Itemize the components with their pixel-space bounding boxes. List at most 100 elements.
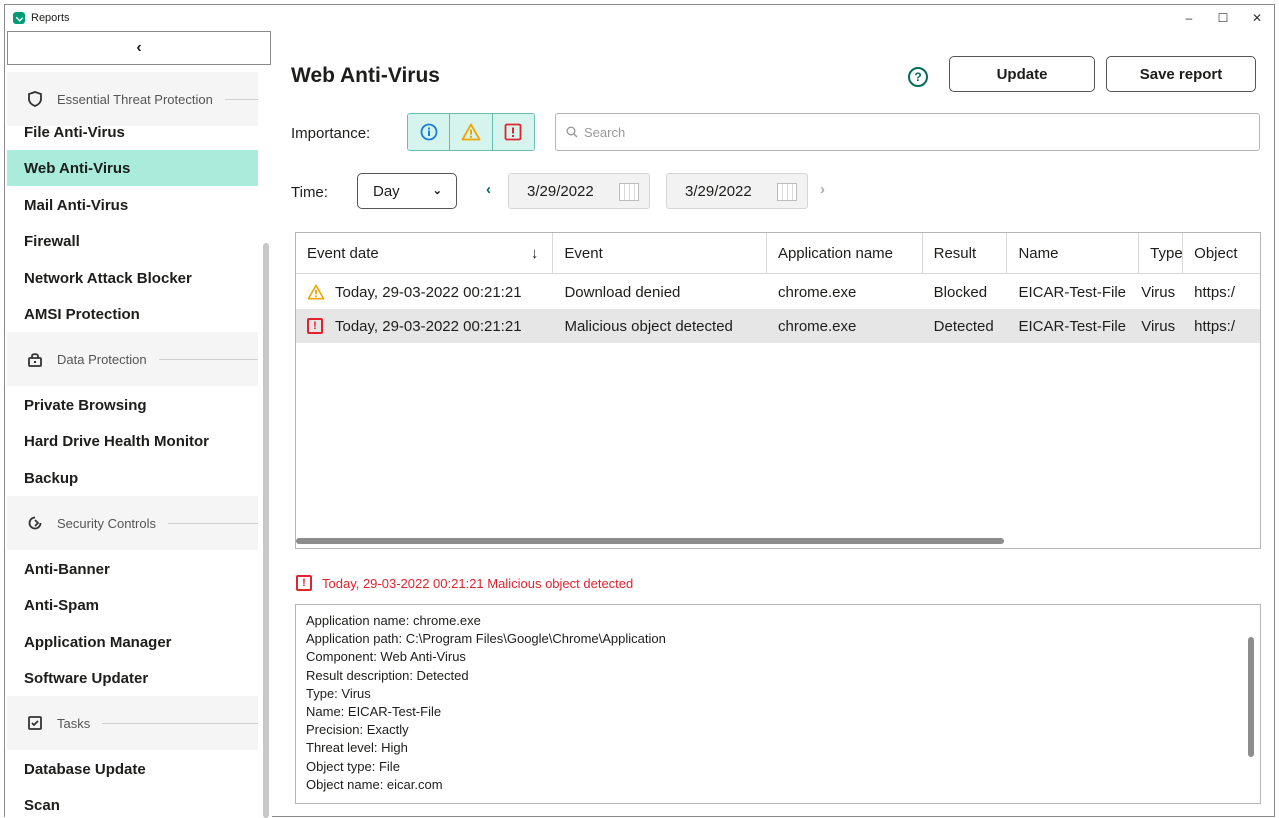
sidebar-item-anti-banner[interactable]: Anti-Banner xyxy=(7,551,258,587)
close-button[interactable]: ✕ xyxy=(1240,5,1274,31)
column-header-result[interactable]: Result xyxy=(923,233,1008,274)
sidebar-item-scan[interactable]: Scan xyxy=(7,787,258,818)
sidebar-item-software-updater[interactable]: Software Updater xyxy=(7,660,258,696)
sidebar-group-data-protection: Data Protection xyxy=(7,332,258,386)
next-period-button[interactable]: › xyxy=(820,181,825,198)
shield-icon xyxy=(27,91,43,107)
sidebar-item-mail-anti-virus[interactable]: Mail Anti-Virus xyxy=(7,187,258,223)
object-cell: https:/ xyxy=(1194,283,1235,301)
object-cell: https:/ xyxy=(1194,317,1235,335)
sidebar-item-firewall[interactable]: Firewall xyxy=(7,223,258,259)
info-icon xyxy=(420,123,438,141)
event-cell: Malicious object detected xyxy=(564,317,733,335)
collapse-sidebar-button[interactable]: ‹ xyxy=(7,31,271,65)
sidebar-item-network-attack-blocker[interactable]: Network Attack Blocker xyxy=(7,260,258,296)
window-title: Reports xyxy=(31,12,70,24)
window-controls: – ☐ ✕ xyxy=(1172,5,1274,31)
previous-period-button[interactable]: ‹ xyxy=(486,181,491,198)
critical-icon: ! xyxy=(307,318,323,334)
reports-window: Reports – ☐ ✕ ‹ Essential Threat Protect… xyxy=(4,4,1276,818)
date-from-field[interactable]: 3/29/2022 xyxy=(508,173,650,209)
app-logo-icon xyxy=(13,12,25,24)
column-header-name[interactable]: Name xyxy=(1007,233,1140,274)
table-row[interactable]: ! Today, 29-03-2022 00:21:21 Malicious o… xyxy=(296,309,1260,343)
column-header-label: Event date xyxy=(307,245,379,262)
search-input[interactable] xyxy=(584,124,1184,140)
sidebar-item-file-anti-virus[interactable]: File Anti-Virus xyxy=(7,114,258,150)
importance-warning-toggle[interactable] xyxy=(450,114,493,150)
detail-line: Name: EICAR-Test-File xyxy=(306,704,442,720)
events-table: Event date ↓ Event Application name Resu… xyxy=(295,232,1261,549)
result-cell: Detected xyxy=(933,317,994,335)
group-divider xyxy=(102,722,258,724)
detail-line: Application name: chrome.exe xyxy=(306,613,481,628)
chevron-down-icon: ⌄ xyxy=(432,185,442,197)
detail-line: Precision: Exactly xyxy=(306,722,409,738)
time-label: Time: xyxy=(291,184,328,201)
table-horizontal-scrollbar[interactable] xyxy=(296,538,1004,544)
event-date-cell: Today, 29-03-2022 00:21:21 xyxy=(296,275,553,309)
sidebar-group-label: Security Controls xyxy=(57,515,156,531)
details-scrollbar[interactable] xyxy=(1248,637,1254,757)
table-row[interactable]: Today, 29-03-2022 00:21:21 Download deni… xyxy=(296,275,1260,309)
date-to-field[interactable]: 3/29/2022 xyxy=(666,173,808,209)
search-icon xyxy=(566,126,578,138)
sidebar-scrollbar[interactable] xyxy=(263,243,269,818)
main-panel: Web Anti-Virus ? Update Save report Impo… xyxy=(272,31,1276,818)
detail-heading: ! Today, 29-03-2022 00:21:21 Malicious o… xyxy=(296,575,633,591)
type-cell: Virus xyxy=(1141,283,1176,301)
sidebar-group-label: Data Protection xyxy=(57,351,147,367)
title-bar: Reports – ☐ ✕ xyxy=(5,5,1274,31)
importance-info-toggle[interactable] xyxy=(408,114,451,150)
sidebar-item-web-anti-virus[interactable]: Web Anti-Virus xyxy=(7,150,258,186)
tasks-icon xyxy=(27,715,43,731)
event-details-panel: Application name: chrome.exe Application… xyxy=(295,604,1261,804)
group-divider xyxy=(158,358,258,360)
calendar-icon[interactable] xyxy=(777,183,797,201)
sidebar-group-tasks: Tasks xyxy=(7,696,258,750)
help-icon[interactable]: ? xyxy=(908,67,928,87)
column-header-application-name[interactable]: Application name xyxy=(767,233,923,274)
event-cell: Download denied xyxy=(564,283,681,301)
search-box xyxy=(555,113,1260,151)
critical-icon: ! xyxy=(296,575,312,591)
importance-critical-toggle[interactable] xyxy=(492,114,534,150)
name-cell: EICAR-Test-File xyxy=(1018,283,1127,301)
sort-descending-icon: ↓ xyxy=(530,245,539,262)
sidebar-group-label: Tasks xyxy=(57,715,91,731)
date-to-value: 3/29/2022 xyxy=(685,182,752,200)
column-header-event-date[interactable]: Event date ↓ xyxy=(296,233,554,274)
sidebar-item-backup[interactable]: Backup xyxy=(7,460,258,496)
period-select[interactable]: Day ⌄ xyxy=(357,173,457,209)
table-header: Event date ↓ Event Application name Resu… xyxy=(296,233,1260,274)
column-header-event[interactable]: Event xyxy=(553,233,767,274)
date-from-value: 3/29/2022 xyxy=(527,182,594,200)
warning-icon xyxy=(461,123,481,141)
column-header-object[interactable]: Object xyxy=(1183,233,1260,274)
sidebar-item-database-update[interactable]: Database Update xyxy=(7,751,258,787)
save-report-button[interactable]: Save report xyxy=(1106,56,1256,92)
sidebar: ‹ Essential Threat Protection File Anti-… xyxy=(5,31,272,818)
update-button[interactable]: Update xyxy=(949,56,1095,92)
application-cell: chrome.exe xyxy=(778,317,857,335)
period-select-value: Day xyxy=(373,182,400,200)
name-cell: EICAR-Test-File xyxy=(1018,317,1127,335)
sidebar-item-application-manager[interactable]: Application Manager xyxy=(7,624,258,660)
sidebar-item-amsi-protection[interactable]: AMSI Protection xyxy=(7,296,258,332)
type-cell: Virus xyxy=(1141,317,1176,335)
detail-line: Application path: C:\Program Files\Googl… xyxy=(306,631,666,647)
event-date-cell: ! Today, 29-03-2022 00:21:21 xyxy=(296,309,553,343)
minimize-button[interactable]: – xyxy=(1172,5,1206,31)
importance-label: Importance: xyxy=(291,125,371,142)
detail-line: Result description: Detected xyxy=(306,667,469,683)
calendar-icon[interactable] xyxy=(619,183,639,201)
sidebar-group-label: Essential Threat Protection xyxy=(57,91,213,107)
page-title: Web Anti-Virus xyxy=(291,64,440,87)
maximize-button[interactable]: ☐ xyxy=(1206,5,1240,31)
event-date-value: Today, 29-03-2022 00:21:21 xyxy=(335,317,522,335)
sidebar-item-anti-spam[interactable]: Anti-Spam xyxy=(7,587,258,623)
sidebar-item-private-browsing[interactable]: Private Browsing xyxy=(7,387,258,423)
column-header-type[interactable]: Type xyxy=(1139,233,1184,274)
sidebar-item-hard-drive-health-monitor[interactable]: Hard Drive Health Monitor xyxy=(7,423,258,459)
detail-line: Object type: File xyxy=(306,758,400,774)
